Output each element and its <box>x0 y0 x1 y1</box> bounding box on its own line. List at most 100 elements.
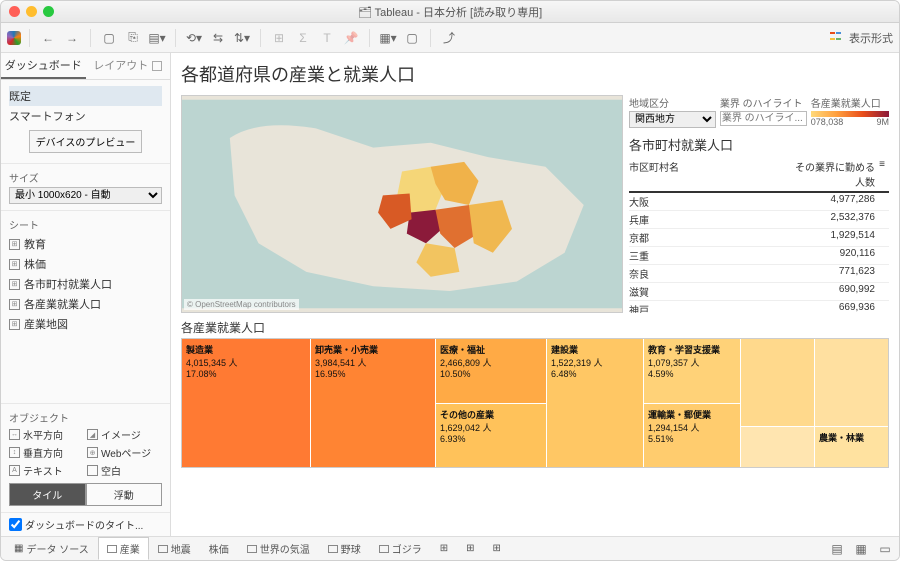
treemap-cell[interactable]: 運輸業・郵便業1,294,154 人5.51% <box>644 404 740 468</box>
obj-webpage[interactable]: ⊕Webページ <box>87 445 162 460</box>
tableau-logo-icon <box>7 31 21 45</box>
device-phone[interactable]: スマートフォン <box>9 106 162 126</box>
horizontal-icon: ↔ <box>9 429 20 440</box>
present-button[interactable]: ▢ <box>402 28 422 48</box>
label-button[interactable]: T <box>317 28 337 48</box>
dashboard-icon <box>379 545 389 553</box>
filmstrip-icon[interactable]: ▤ <box>827 539 847 559</box>
show-title-checkbox[interactable] <box>9 518 22 531</box>
image-icon: ◢ <box>87 429 98 440</box>
globe-icon: ⊕ <box>87 447 98 458</box>
swap-button[interactable]: ⇆ <box>208 28 228 48</box>
sheet-sorter-icon[interactable]: ▦ <box>851 539 871 559</box>
sheet-tab[interactable]: ゴジラ <box>370 537 431 560</box>
treemap-title: 各産業就業人口 <box>181 319 889 336</box>
show-sheet-icon[interactable]: ▭ <box>875 539 895 559</box>
filter-region-select[interactable]: 関西地方 <box>629 111 716 128</box>
obj-vertical[interactable]: ↕垂直方向 <box>9 445 84 460</box>
show-me-icon <box>830 32 842 44</box>
table-row[interactable]: 滋賀690,992 <box>629 283 889 301</box>
map-credit: © OpenStreetMap contributors <box>184 299 299 310</box>
treemap[interactable]: 製造業4,015,345 人17.08%卸売業・小売業3,984,541 人16… <box>181 338 889 468</box>
group-button[interactable]: ⊞ <box>269 28 289 48</box>
sheet-tab[interactable]: 世界の気温 <box>238 537 319 560</box>
table-row[interactable]: 奈良771,623 <box>629 265 889 283</box>
japan-map <box>182 96 622 312</box>
treemap-cell[interactable]: その他の産業1,629,042 人6.93% <box>436 404 546 468</box>
treemap-cell[interactable] <box>815 339 888 426</box>
tab-layout[interactable]: レイアウト <box>86 53 171 79</box>
new-worksheet-button[interactable]: ⊞ <box>431 539 457 558</box>
back-button[interactable]: ← <box>38 28 58 48</box>
new-sheet-button[interactable]: ▤▾ <box>147 28 167 48</box>
map-view[interactable]: © OpenStreetMap contributors <box>181 95 623 313</box>
treemap-cell[interactable]: 製造業4,015,345 人17.08% <box>182 339 310 467</box>
show-me-button[interactable]: 表示形式 <box>849 30 893 46</box>
sheet-tab[interactable]: 地震 <box>149 537 200 560</box>
size-select[interactable]: 最小 1000x620 - 自動 <box>9 187 162 204</box>
treemap-cell[interactable]: 農業・林業 <box>815 427 888 467</box>
undo-button[interactable]: ⟲▾ <box>184 28 204 48</box>
obj-text[interactable]: Aテキスト <box>9 463 84 478</box>
tab-dashboard[interactable]: ダッシュボード <box>1 53 86 79</box>
filter-industry-label: 業界 のハイライト <box>720 95 807 110</box>
treemap-cell[interactable] <box>741 427 814 467</box>
blank-icon <box>87 465 98 476</box>
sheets-label: シート <box>9 217 162 232</box>
obj-image[interactable]: ◢イメージ <box>87 427 162 442</box>
col-count[interactable]: その業界に勤める人数 <box>795 159 875 189</box>
col-city[interactable]: 市区町村名 <box>629 159 795 189</box>
treemap-cell[interactable]: 医療・福祉2,466,809 人10.50% <box>436 339 546 403</box>
window-title: 🗂 Tableau - 日本分析 [読み取り専用] <box>1 4 899 20</box>
sheet-item[interactable]: ⊞産業地図 <box>9 314 162 334</box>
dashboard-icon <box>247 545 257 553</box>
obj-horizontal[interactable]: ↔水平方向 <box>9 427 84 442</box>
new-data-button[interactable]: ⎘ <box>123 28 143 48</box>
total-button[interactable]: Σ <box>293 28 313 48</box>
float-button[interactable]: 浮動 <box>86 483 163 506</box>
table-row[interactable]: 京都1,929,514 <box>629 229 889 247</box>
new-dashboard-button[interactable]: ⊞ <box>457 539 483 558</box>
fit-button[interactable]: ▦▾ <box>378 28 398 48</box>
sheet-icon: ⊞ <box>9 319 20 330</box>
sheet-tab[interactable]: 株価 <box>200 537 238 560</box>
treemap-cell[interactable]: 教育・学習支援業1,079,357 人4.59% <box>644 339 740 403</box>
size-label: サイズ <box>9 170 162 185</box>
sheet-tabs: ▦ データ ソース 産業 地震 株価 世界の気温 野球 ゴジラ ⊞ ⊞ ⊞ ▤ … <box>1 536 899 560</box>
share-button[interactable]: ⤴ <box>439 28 459 48</box>
sheet-item[interactable]: ⊞株価 <box>9 254 162 274</box>
new-story-button[interactable]: ⊞ <box>484 539 510 558</box>
table-row[interactable]: 神戸669,936 <box>629 301 889 313</box>
text-icon: A <box>9 465 20 476</box>
tab-datasource[interactable]: ▦ データ ソース <box>5 537 98 560</box>
table-row[interactable]: 三重920,116 <box>629 247 889 265</box>
sheet-item[interactable]: ⊞各市町村就業人口 <box>9 274 162 294</box>
filter-industry-input[interactable] <box>720 111 807 126</box>
treemap-cell[interactable] <box>741 339 814 426</box>
dashboard-icon <box>328 545 338 553</box>
save-button[interactable]: ▢ <box>99 28 119 48</box>
sheet-item[interactable]: ⊞各産業就業人口 <box>9 294 162 314</box>
table-title: 各市町村就業人口 <box>629 135 889 154</box>
treemap-cell[interactable]: 卸売業・小売業3,984,541 人16.95% <box>311 339 435 467</box>
toolbar: ← → ▢ ⎘ ▤▾ ⟲▾ ⇆ ⇅▾ ⊞ Σ T 📌 ▦▾ ▢ ⤴ 表示形式 <box>1 23 899 53</box>
device-default[interactable]: 既定 <box>9 86 162 106</box>
sheet-icon: ⊞ <box>9 259 20 270</box>
sheet-tab[interactable]: 野球 <box>319 537 370 560</box>
sheet-tab[interactable]: 産業 <box>98 537 149 560</box>
dashboard-title: 各都道府県の産業と就業人口 <box>171 53 899 95</box>
forward-button[interactable]: → <box>62 28 82 48</box>
show-title-label: ダッシュボードのタイト... <box>25 517 143 532</box>
dashboard-icon <box>107 545 117 553</box>
tile-button[interactable]: タイル <box>9 483 86 506</box>
sort-icon[interactable]: ≡ <box>875 159 889 189</box>
sheet-item[interactable]: ⊞教育 <box>9 234 162 254</box>
obj-blank[interactable]: 空白 <box>87 463 162 478</box>
treemap-cell[interactable]: 建設業1,522,319 人6.48% <box>547 339 643 467</box>
table-row[interactable]: 大阪4,977,286 <box>629 193 889 211</box>
sort-button[interactable]: ⇅▾ <box>232 28 252 48</box>
device-preview-button[interactable]: デバイスのプレビュー <box>29 130 143 153</box>
sheet-icon: ⊞ <box>9 299 20 310</box>
table-row[interactable]: 兵庫2,532,376 <box>629 211 889 229</box>
pin-button[interactable]: 📌 <box>341 28 361 48</box>
